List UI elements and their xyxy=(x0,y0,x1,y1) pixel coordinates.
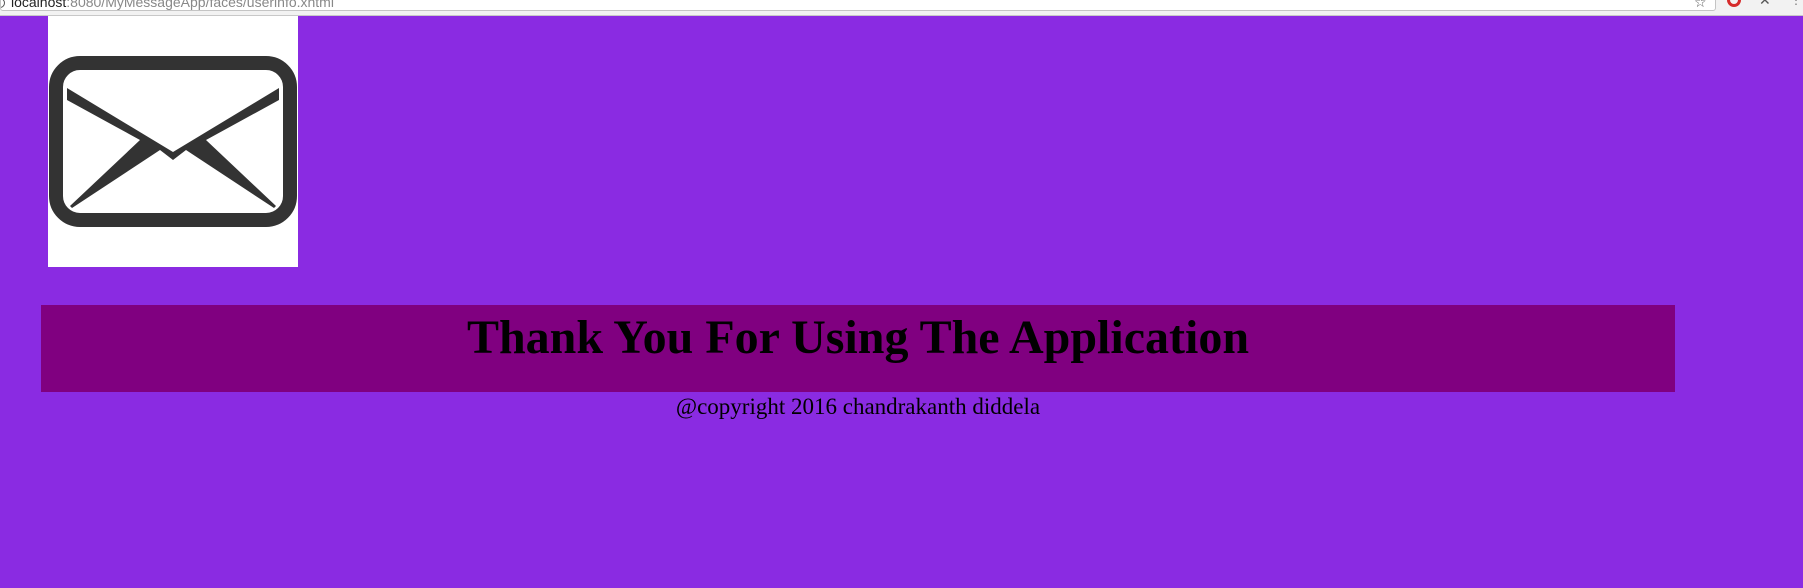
info-icon[interactable] xyxy=(1,0,5,8)
envelope-logo xyxy=(48,16,298,267)
thank-you-banner: Thank You For Using The Application xyxy=(41,305,1675,392)
page-title: Thank You For Using The Application xyxy=(466,311,1250,364)
tools-extension-icon[interactable]: ✕ xyxy=(1759,0,1771,8)
extension-icon[interactable]: ⋮ xyxy=(1790,0,1802,6)
browser-toolbar: localhost:8080/MyMessageApp/faces/userin… xyxy=(0,0,1803,16)
copyright-text: @copyright 2016 chandrakanth diddela xyxy=(675,394,1041,419)
opera-extension-icon[interactable] xyxy=(1727,0,1741,7)
url-host: localhost xyxy=(11,0,67,10)
url-path: :8080/MyMessageApp/faces/userinfo.xhtml xyxy=(66,0,334,10)
envelope-icon xyxy=(49,56,297,227)
star-icon[interactable]: ☆ xyxy=(1694,0,1707,10)
address-bar[interactable]: localhost:8080/MyMessageApp/faces/userin… xyxy=(0,0,1716,11)
